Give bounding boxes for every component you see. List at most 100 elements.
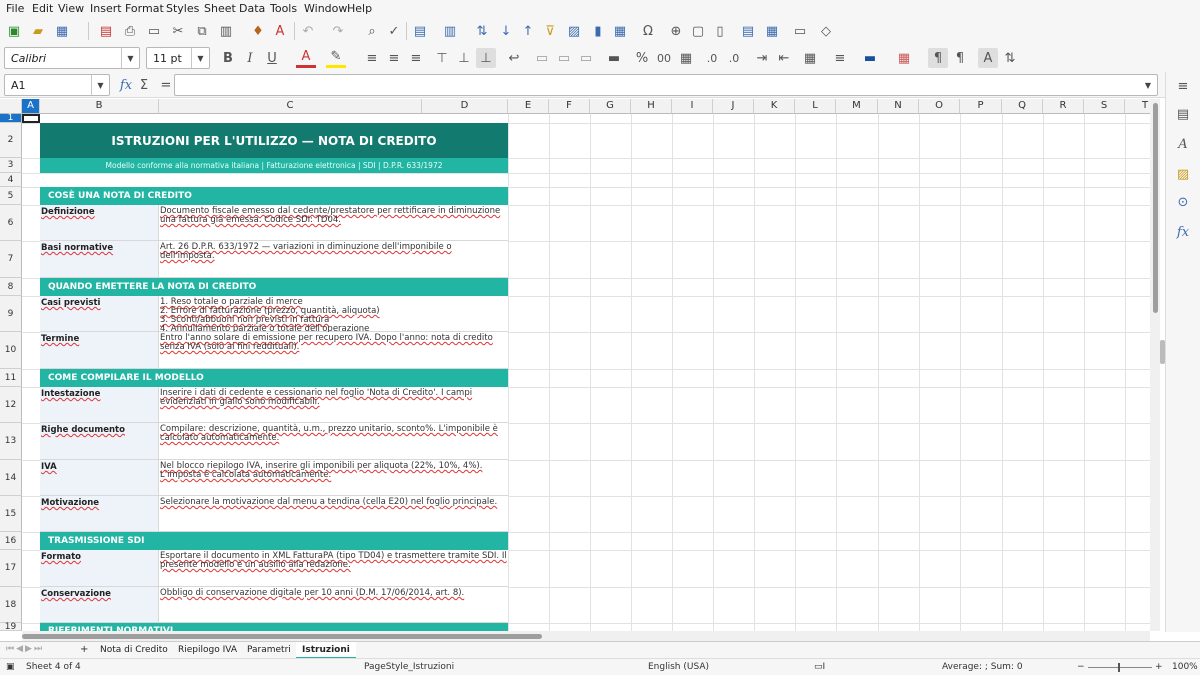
vertical-scrollbar[interactable] (1150, 99, 1160, 631)
bold-button[interactable]: B (218, 48, 238, 68)
row-header-19[interactable]: 19 (0, 623, 22, 631)
underline-button[interactable]: U (262, 48, 282, 68)
define-print-area-icon[interactable]: ▤ (738, 21, 758, 41)
row-icon[interactable]: ▤ (410, 21, 430, 41)
chevron-down-icon[interactable]: ▼ (191, 48, 209, 68)
align-bottom-icon[interactable]: ⊥ (476, 48, 496, 68)
functions-icon[interactable]: fx (1173, 222, 1193, 242)
row-header-15[interactable]: 15 (0, 496, 22, 532)
column-header-c[interactable]: C (159, 99, 422, 114)
column-header-j[interactable]: J (713, 99, 754, 114)
scrollbar-thumb[interactable] (1153, 103, 1158, 313)
copy-icon[interactable]: ⧉ (192, 21, 212, 41)
chevron-down-icon[interactable]: ▼ (91, 75, 109, 95)
clear-formatting-icon[interactable]: A (270, 21, 290, 41)
row-header-10[interactable]: 10 (0, 332, 22, 369)
column-header-r[interactable]: R (1043, 99, 1084, 114)
column-header-q[interactable]: Q (1002, 99, 1043, 114)
column-header-b[interactable]: B (40, 99, 159, 114)
menu-edit[interactable]: Edit (32, 2, 53, 15)
add-decimal-icon[interactable]: .0 (702, 48, 722, 68)
function-wizard-button[interactable]: fx (116, 75, 136, 95)
horizontal-scrollbar[interactable] (22, 631, 1150, 641)
formula-input[interactable]: ▼ (174, 74, 1158, 96)
align-top-icon[interactable]: ⊤ (432, 48, 452, 68)
row-header-2[interactable]: 2 (0, 123, 22, 158)
row-header-13[interactable]: 13 (0, 423, 22, 460)
column-header-g[interactable]: G (590, 99, 631, 114)
comment-icon[interactable]: ▢ (688, 21, 708, 41)
insert-image-icon[interactable]: ▨ (564, 21, 584, 41)
sidebar-menu-icon[interactable]: ≡ (1173, 76, 1193, 96)
tab-parametri[interactable]: Parametri (241, 642, 297, 659)
name-box[interactable]: A1 ▼ (4, 74, 110, 96)
date-format-icon[interactable]: ▦ (676, 48, 696, 68)
select-all-corner[interactable] (0, 99, 22, 114)
tab-istruzioni[interactable]: Istruzioni (296, 642, 356, 659)
align-right-icon[interactable]: ≡ (406, 48, 426, 68)
font-name-combobox[interactable]: Calibri ▼ (4, 47, 140, 69)
zoom-level[interactable]: 100% (1172, 662, 1198, 672)
conditional-format-icon[interactable]: ▦ (894, 48, 914, 68)
align-center-icon[interactable]: ≡ (384, 48, 404, 68)
row-header-7[interactable]: 7 (0, 241, 22, 278)
tab-riepilogo-iva[interactable]: Riepilogo IVA (172, 642, 243, 659)
print-preview-icon[interactable]: ▭ (144, 21, 164, 41)
row-header-1[interactable]: 1 (0, 114, 22, 123)
tab-navigation-arrows-icon[interactable]: ⏮◀▶⏭ (6, 644, 44, 654)
menu-help[interactable]: Help (347, 2, 372, 15)
special-character-icon[interactable]: Ω (638, 21, 658, 41)
menu-insert[interactable]: Insert (90, 2, 122, 15)
column-header-k[interactable]: K (754, 99, 795, 114)
formula-button[interactable]: = (156, 75, 176, 95)
pivot-table-icon[interactable]: ▦ (610, 21, 630, 41)
headers-footers-icon[interactable]: ▯ (710, 21, 730, 41)
row-header-8[interactable]: 8 (0, 278, 22, 296)
menu-tools[interactable]: Tools (270, 2, 297, 15)
borders-icon[interactable]: ▦ (800, 48, 820, 68)
chevron-down-icon[interactable]: ▼ (1139, 75, 1157, 95)
column-header-p[interactable]: P (960, 99, 1002, 114)
increase-indent-icon[interactable]: ⇥ (752, 48, 772, 68)
percent-format-icon[interactable]: % (632, 48, 652, 68)
font-color-icon[interactable]: A (296, 48, 316, 68)
menu-styles[interactable]: Styles (166, 2, 199, 15)
add-sheet-icon[interactable]: + (80, 644, 88, 655)
menu-view[interactable]: View (58, 2, 84, 15)
find-replace-icon[interactable]: ⌕ (362, 21, 382, 41)
row-header-12[interactable]: 12 (0, 387, 22, 423)
cut-icon[interactable]: ✂ (168, 21, 188, 41)
column-header-n[interactable]: N (878, 99, 919, 114)
column-header-m[interactable]: M (836, 99, 878, 114)
page-style[interactable]: PageStyle_Istruzioni (364, 662, 454, 672)
number-format-icon[interactable]: 00 (654, 48, 674, 68)
zoom-in-icon[interactable]: + (1155, 662, 1163, 672)
print-icon[interactable]: ⎙ (120, 21, 140, 41)
export-pdf-icon[interactable]: ▤ (96, 21, 116, 41)
new-document-icon[interactable]: ▣ (4, 21, 24, 41)
text-direction-ltr-icon[interactable]: ¶ (928, 48, 948, 68)
row-header-3[interactable]: 3 (0, 158, 22, 173)
menu-file[interactable]: File (6, 2, 24, 15)
sum-button[interactable]: Σ (134, 75, 154, 95)
merge-cells-icon[interactable]: ▭ (554, 48, 574, 68)
sort-icon[interactable]: ⇅ (472, 21, 492, 41)
save-icon[interactable]: ▦ (52, 21, 72, 41)
zoom-slider-thumb[interactable] (1118, 663, 1120, 672)
spreadsheet-grid[interactable]: A B C D E F G H I J K L M N O P Q R S T … (0, 99, 1160, 631)
sidebar-resize-handle[interactable] (1160, 340, 1165, 364)
column-header-d[interactable]: D (422, 99, 508, 114)
row-header-18[interactable]: 18 (0, 587, 22, 623)
selection-mode-icon[interactable]: ▭I (814, 662, 825, 672)
border-color-icon[interactable]: ▬ (860, 48, 880, 68)
redo-icon[interactable]: ↷ (328, 21, 348, 41)
column-header-a[interactable]: A (22, 99, 40, 114)
unmerge-cells-icon[interactable]: ▭ (576, 48, 596, 68)
row-header-16[interactable]: 16 (0, 532, 22, 550)
split-window-icon[interactable]: ▭ (790, 21, 810, 41)
delete-decimal-icon[interactable]: .0 (724, 48, 744, 68)
column-header-e[interactable]: E (508, 99, 549, 114)
menu-window[interactable]: Window (304, 2, 347, 15)
autofilter-icon[interactable]: ⊽ (540, 21, 560, 41)
styles-icon[interactable]: A (1173, 134, 1193, 154)
